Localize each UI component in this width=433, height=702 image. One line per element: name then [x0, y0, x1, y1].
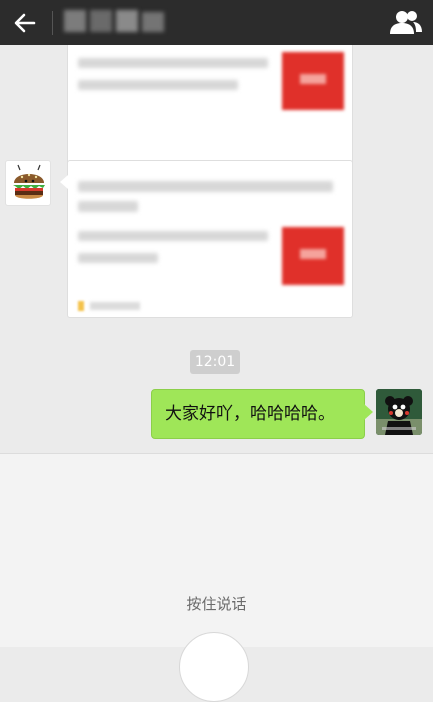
group-users-icon — [390, 11, 422, 34]
back-button[interactable] — [8, 6, 42, 40]
outgoing-message-text: 大家好吖，哈哈哈哈。 — [165, 404, 335, 424]
sender-avatar[interactable] — [5, 160, 51, 206]
chat-messages[interactable]: 12:01 大家好吖，哈哈哈哈。 — [0, 45, 433, 453]
group-info-button[interactable] — [389, 8, 423, 38]
card-text-redacted — [78, 231, 268, 241]
arrow-left-icon — [14, 13, 36, 33]
chat-header — [0, 0, 433, 45]
card-title-redacted — [78, 201, 138, 212]
hold-to-talk-label: 按住说话 — [186, 595, 247, 613]
card-text-redacted — [78, 80, 238, 90]
card-title-redacted — [78, 181, 333, 192]
bubble-tail — [364, 404, 373, 420]
burger-avatar-icon — [13, 164, 45, 199]
chat-title-redacted — [64, 8, 174, 36]
outgoing-message-bubble[interactable]: 大家好吖，哈哈哈哈。 — [151, 389, 373, 439]
message-timestamp: 12:01 — [190, 350, 240, 374]
bubble-tail — [60, 175, 68, 189]
card-text-redacted — [78, 58, 268, 68]
shared-article-card[interactable] — [60, 160, 353, 318]
card-thumbnail — [282, 227, 344, 285]
card-thumbnail — [282, 52, 344, 110]
card-source-redacted — [78, 301, 140, 311]
bear-avatar-icon — [376, 389, 422, 435]
hold-to-talk-button[interactable] — [179, 632, 249, 702]
own-avatar[interactable] — [376, 389, 422, 435]
voice-input-panel: 按住说话 — [0, 453, 433, 702]
card-text-redacted — [78, 253, 158, 263]
header-divider — [52, 11, 53, 35]
